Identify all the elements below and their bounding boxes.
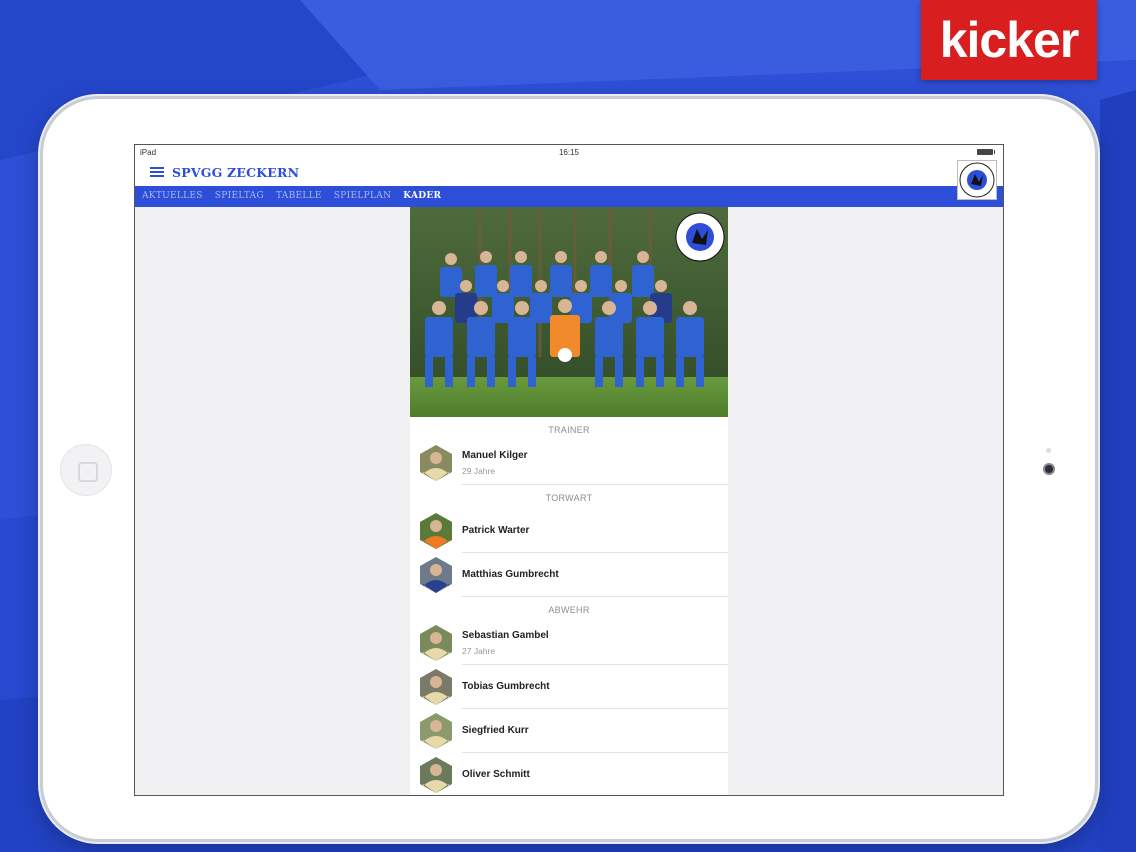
player-row[interactable]: Manuel Kilger 29 Jahre xyxy=(410,441,728,485)
player-avatar xyxy=(420,513,452,549)
player-avatar xyxy=(420,669,452,705)
player-row[interactable]: Oliver Schmitt xyxy=(410,753,728,795)
home-button[interactable] xyxy=(60,444,112,496)
crest-icon xyxy=(959,162,995,198)
section-title: ABWEHR xyxy=(548,605,590,615)
battery-icon xyxy=(977,149,995,155)
player-name: Manuel Kilger xyxy=(462,449,528,461)
tab-kader[interactable]: KADER xyxy=(403,191,441,201)
tab-spielplan[interactable]: SPIELPLAN xyxy=(334,191,391,201)
player-row[interactable]: Matthias Gumbrecht xyxy=(410,553,728,597)
section-torwart: TORWART Patrick Warter Matthias Gumbrech… xyxy=(410,485,728,597)
player-name: Sebastian Gambel xyxy=(462,629,549,641)
player-age: 27 Jahre xyxy=(462,645,496,656)
tab-spieltag[interactable]: SPIELTAG xyxy=(215,191,264,201)
player-name: Tobias Gumbrecht xyxy=(462,681,550,692)
light-sensor xyxy=(1046,448,1051,453)
section-title: TRAINER xyxy=(548,425,590,435)
player-row[interactable]: Patrick Warter xyxy=(410,509,728,553)
app-screen: iPad 16:15 SPVGG ZECKERN AKTUELLES SPIEL… xyxy=(134,144,1004,796)
app-header: SPVGG ZECKERN xyxy=(135,159,1003,200)
player-row[interactable]: Siegfried Kurr xyxy=(410,709,728,753)
player-row[interactable]: Sebastian Gambel 27 Jahre xyxy=(410,621,728,665)
kicker-logo: kicker xyxy=(921,0,1097,80)
section-title: TORWART xyxy=(545,493,593,503)
section-abwehr: ABWEHR Sebastian Gambel 27 Jahre Tobias … xyxy=(410,597,728,795)
tab-tabelle[interactable]: TABELLE xyxy=(276,191,322,201)
player-name: Siegfried Kurr xyxy=(462,725,529,736)
player-avatar xyxy=(420,713,452,749)
player-avatar xyxy=(420,557,452,593)
hamburger-icon[interactable] xyxy=(150,167,164,178)
player-avatar xyxy=(420,625,452,661)
tab-aktuelles[interactable]: AKTUELLES xyxy=(142,191,203,201)
page-title: SPVGG ZECKERN xyxy=(172,165,300,180)
player-age: 29 Jahre xyxy=(462,465,496,476)
player-name: Patrick Warter xyxy=(462,525,530,536)
player-name: Matthias Gumbrecht xyxy=(462,569,559,580)
tab-bar: AKTUELLES SPIELTAG TABELLE SPIELPLAN KAD… xyxy=(135,186,1003,207)
player-avatar xyxy=(420,445,452,481)
club-crest[interactable] xyxy=(957,160,997,200)
player-name: Oliver Schmitt xyxy=(462,769,530,780)
team-photo xyxy=(410,207,728,417)
status-time: 16:15 xyxy=(558,148,580,157)
section-trainer: TRAINER Manuel Kilger 29 Jahre xyxy=(410,417,728,485)
camera-icon xyxy=(1043,463,1055,475)
player-avatar xyxy=(420,757,452,793)
status-bar: iPad 16:15 xyxy=(135,145,1003,159)
player-row[interactable]: Tobias Gumbrecht xyxy=(410,665,728,709)
squad-list[interactable]: TRAINER Manuel Kilger 29 Jahre TORWART P… xyxy=(410,207,728,795)
